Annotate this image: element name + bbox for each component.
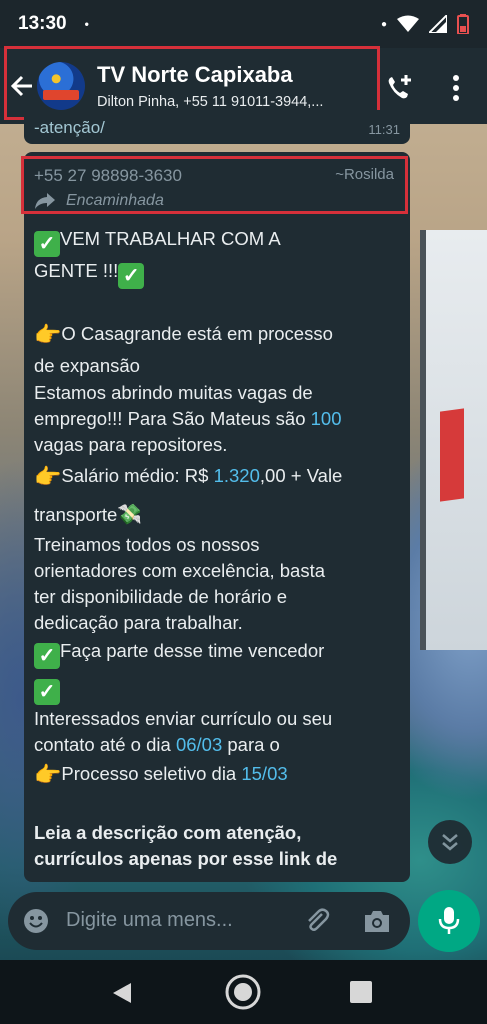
message-line: ✓ Faça parte desse time vencedor xyxy=(34,640,324,669)
back-arrow-icon[interactable] xyxy=(8,72,36,100)
nav-home-icon[interactable] xyxy=(224,973,262,1011)
emoji-icon[interactable] xyxy=(22,907,50,935)
scroll-down-button[interactable] xyxy=(428,820,472,864)
number-link[interactable]: 100 xyxy=(311,408,342,429)
mic-icon xyxy=(438,907,460,934)
forwarded-label: Encaminhada xyxy=(66,192,164,209)
number-link[interactable]: 1.320 xyxy=(214,465,260,486)
signal-icon xyxy=(429,15,447,33)
message-line: currículos apenas por esse link de xyxy=(34,848,338,869)
message-line: dedicação para trabalhar. xyxy=(34,612,243,633)
date-link[interactable]: 06/03 xyxy=(176,734,222,755)
message-line: GENTE !!! ✓ xyxy=(34,260,145,289)
chat-participants[interactable]: Dilton Pinha, +55 11 91011-3944,... xyxy=(97,94,372,110)
message-line: contato até o dia 06/03 para o xyxy=(34,734,280,755)
message-line: Estamos abrindo muitas vagas de xyxy=(34,382,313,403)
message-line: ✓ xyxy=(34,676,60,705)
message-line: transporte💸 xyxy=(34,504,143,526)
date-link[interactable]: 15/03 xyxy=(241,763,287,784)
mic-button[interactable] xyxy=(418,890,480,952)
message-line: ter disponibilidade de horário e xyxy=(34,586,288,607)
check-mark-icon: ✓ xyxy=(34,231,60,257)
message-bubble[interactable]: +55 27 98898-3630 ~Rosilda Encaminhada ✓… xyxy=(24,152,410,882)
message-line: 👉Processo seletivo dia 15/03 xyxy=(34,762,288,787)
previous-message-text: -atenção/ xyxy=(34,118,105,137)
camera-icon[interactable] xyxy=(362,907,392,935)
message-line: 👉O Casagrande está em processo xyxy=(34,322,333,347)
more-vert-icon[interactable] xyxy=(446,74,466,102)
message-line: ✓ VEM TRABALHAR COM A xyxy=(34,228,281,257)
message-line: de expansão xyxy=(34,355,140,376)
message-line: 👉Salário médio: R$ 1.320,00 + Vale xyxy=(34,464,343,489)
pointing-hand-icon: 👉 xyxy=(34,762,62,787)
scroll-down-icon xyxy=(442,834,458,851)
pointing-hand-icon: 👉 xyxy=(34,464,62,489)
message-line: Interessados enviar currículo ou seu xyxy=(34,708,333,729)
wifi-icon xyxy=(397,15,419,32)
status-icons: ● xyxy=(381,14,469,34)
previous-message-bubble[interactable]: -atenção/ 11:31 xyxy=(24,110,410,144)
check-mark-icon: ✓ xyxy=(118,263,145,289)
message-line: Leia a descrição com atenção, xyxy=(34,822,302,843)
previous-message-time: 11:31 xyxy=(368,122,400,137)
sender-name: ~Rosilda xyxy=(335,166,394,183)
message-line: vagas para repositores. xyxy=(34,434,228,455)
nav-back-icon[interactable] xyxy=(111,981,133,1005)
forward-icon xyxy=(35,193,55,209)
dot-icon: ● xyxy=(380,18,387,30)
chat-title[interactable]: TV Norte Capixaba xyxy=(97,62,293,88)
check-mark-icon: ✓ xyxy=(34,679,60,705)
message-line: orientadores com excelência, basta xyxy=(34,560,326,581)
battery-icon xyxy=(457,14,469,34)
add-call-icon[interactable] xyxy=(384,72,416,104)
attach-icon[interactable] xyxy=(302,906,332,936)
system-nav-bar xyxy=(0,960,487,1024)
status-bar: 13:30 • ● xyxy=(0,0,487,48)
nav-recents-icon[interactable] xyxy=(350,981,372,1003)
message-line: emprego!!! Para São Mateus são 100 xyxy=(34,408,342,429)
pointing-hand-icon: 👉 xyxy=(34,322,62,347)
message-input-bar: Digite uma mens... xyxy=(8,892,410,950)
status-time: 13:30 xyxy=(18,13,67,34)
wallpaper-sign xyxy=(440,408,464,502)
group-avatar[interactable] xyxy=(37,62,85,110)
message-input[interactable]: Digite uma mens... xyxy=(66,909,233,932)
check-mark-icon: ✓ xyxy=(34,643,60,669)
sender-phone[interactable]: +55 27 98898-3630 xyxy=(34,166,182,186)
money-icon: 💸 xyxy=(117,504,143,526)
message-line: Treinamos todos os nossos xyxy=(34,534,260,555)
notification-dot: • xyxy=(84,17,89,31)
